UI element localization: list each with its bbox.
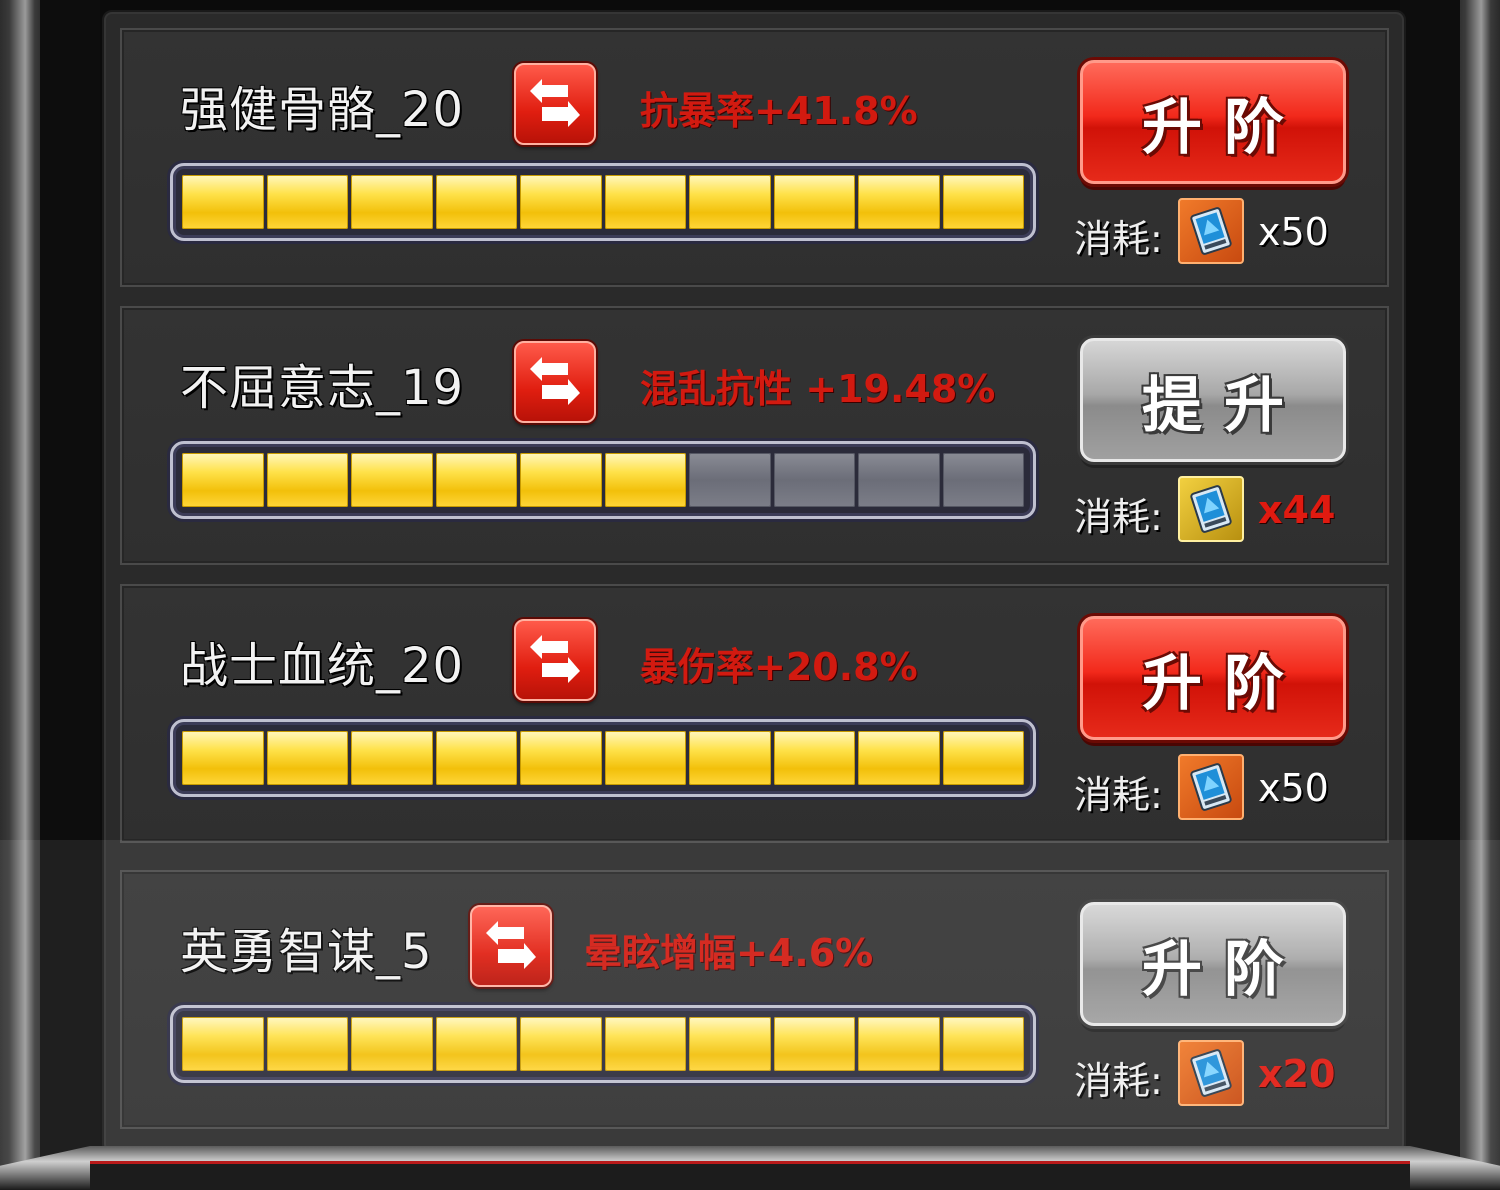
skill-card: 不屈意志_19 混乱抗性 +19.48% 提升 消耗: x44 — [120, 306, 1389, 565]
progress-segment-filled — [942, 731, 1024, 785]
progress-segment-filled — [858, 1017, 940, 1071]
skill-bonus: 晕眩增幅+4.6% — [584, 931, 874, 975]
progress-segment-filled — [435, 175, 517, 229]
skill-card: 战士血统_20 暴伤率+20.8% 升阶 消耗: x50 — [120, 584, 1389, 843]
skill-bonus: 抗暴率+41.8% — [640, 89, 918, 133]
skill-bonus: 暴伤率+20.8% — [640, 645, 918, 689]
progress-segment-filled — [773, 1017, 855, 1071]
progress-bar — [170, 1005, 1036, 1083]
progress-segment-filled — [773, 175, 855, 229]
progress-segment-filled — [435, 731, 517, 785]
improve-button[interactable]: 提升 — [1080, 338, 1346, 462]
skill-card: 强健骨骼_20 抗暴率+41.8% 升阶 消耗: x50 — [120, 28, 1389, 287]
progress-segment-filled — [604, 731, 686, 785]
blue-card-icon — [1178, 476, 1244, 542]
progress-segment-filled — [351, 175, 433, 229]
progress-segment-filled — [604, 453, 686, 507]
frame-rail-inner-right — [1400, 0, 1460, 1190]
cost-label: 消耗: — [1074, 217, 1163, 261]
cost-quantity: x20 — [1258, 1052, 1336, 1096]
progress-segment-filled — [689, 1017, 771, 1071]
swap-arrows-icon[interactable] — [470, 905, 552, 987]
progress-segment-filled — [689, 731, 771, 785]
skill-name: 不屈意志_19 — [180, 360, 465, 416]
progress-segment-filled — [604, 175, 686, 229]
progress-segment-filled — [266, 453, 348, 507]
skill-bonus: 混乱抗性 +19.48% — [640, 367, 996, 411]
skill-name: 英勇智谋_5 — [180, 924, 433, 980]
swap-arrows-icon[interactable] — [514, 341, 596, 423]
cost-label: 消耗: — [1074, 773, 1163, 817]
progress-segment-filled — [351, 453, 433, 507]
progress-segment-filled — [942, 1017, 1024, 1071]
swap-arrows-icon[interactable] — [514, 619, 596, 701]
cost-label: 消耗: — [1074, 495, 1163, 539]
progress-segment-filled — [520, 1017, 602, 1071]
progress-bar — [170, 719, 1036, 797]
skill-upgrade-screen: 强健骨骼_20 抗暴率+41.8% 升阶 消耗: x50 不屈意志_19 混乱抗… — [0, 0, 1500, 1190]
skill-name: 战士血统_20 — [180, 638, 465, 694]
progress-segment-empty — [942, 453, 1024, 507]
cost-quantity: x50 — [1258, 210, 1329, 254]
swap-arrows-icon[interactable] — [514, 63, 596, 145]
progress-segment-filled — [520, 453, 602, 507]
blue-card-icon — [1178, 198, 1244, 264]
progress-segment-filled — [182, 1017, 264, 1071]
progress-segment-filled — [266, 731, 348, 785]
progress-segment-filled — [182, 731, 264, 785]
upgrade-button[interactable]: 升阶 — [1080, 60, 1346, 184]
upgrade-button[interactable]: 升阶 — [1080, 902, 1346, 1026]
progress-segment-filled — [182, 453, 264, 507]
progress-segment-filled — [858, 175, 940, 229]
cost-quantity: x44 — [1258, 488, 1336, 532]
blue-card-icon — [1178, 754, 1244, 820]
progress-segment-empty — [773, 453, 855, 507]
blue-card-icon — [1178, 1040, 1244, 1106]
cost-label: 消耗: — [1074, 1059, 1163, 1103]
progress-segment-filled — [266, 1017, 348, 1071]
progress-segment-filled — [266, 175, 348, 229]
progress-segment-filled — [604, 1017, 686, 1071]
progress-segment-filled — [182, 175, 264, 229]
skill-card: 英勇智谋_5 晕眩增幅+4.6% 升阶 消耗: x20 — [120, 870, 1389, 1129]
progress-bar — [170, 441, 1036, 519]
frame-bottom-inner — [90, 1161, 1410, 1190]
frame-rail-inner-left — [40, 0, 100, 1190]
progress-segment-filled — [520, 731, 602, 785]
progress-segment-empty — [858, 453, 940, 507]
cost-quantity: x50 — [1258, 766, 1329, 810]
skill-name: 强健骨骼_20 — [180, 82, 465, 138]
progress-bar — [170, 163, 1036, 241]
progress-segment-filled — [435, 453, 517, 507]
progress-segment-empty — [689, 453, 771, 507]
progress-segment-filled — [858, 731, 940, 785]
upgrade-button[interactable]: 升阶 — [1080, 616, 1346, 740]
progress-segment-filled — [689, 175, 771, 229]
progress-segment-filled — [351, 1017, 433, 1071]
progress-segment-filled — [773, 731, 855, 785]
progress-segment-filled — [351, 731, 433, 785]
progress-segment-filled — [435, 1017, 517, 1071]
progress-segment-filled — [520, 175, 602, 229]
progress-segment-filled — [942, 175, 1024, 229]
